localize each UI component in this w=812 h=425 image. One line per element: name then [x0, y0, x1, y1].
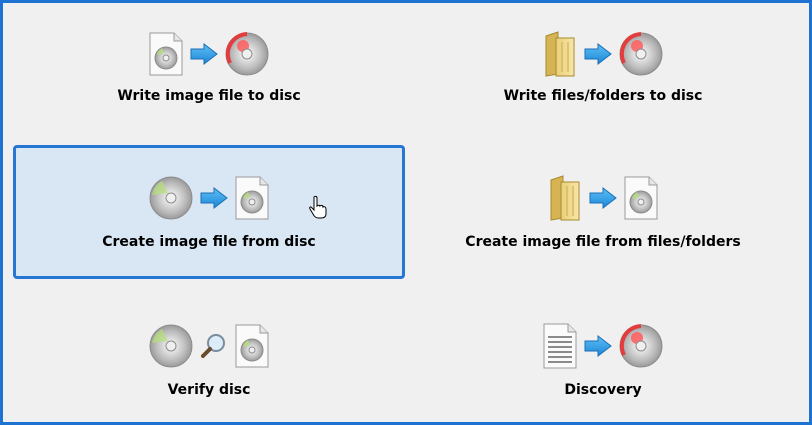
hand-cursor-icon	[308, 195, 328, 219]
tile-label: Create image file from files/folders	[465, 234, 741, 250]
folder-icon	[542, 30, 578, 82]
disc-image-file-icon	[623, 175, 659, 225]
write-image-file-to-disc-button[interactable]: Write image file to disc	[13, 11, 405, 145]
disc-image-file-icon	[148, 31, 184, 81]
burn-disc-icon	[224, 31, 270, 81]
tile-icons	[410, 322, 796, 374]
arrow-right-icon	[200, 186, 228, 213]
tile-icons	[16, 322, 402, 374]
tile-label: Discovery	[564, 382, 642, 398]
tile-icons	[410, 30, 796, 82]
write-files-folders-to-disc-button[interactable]: Write files/folders to disc	[407, 11, 799, 145]
main-window: Write image file to disc Write files/fol…	[3, 3, 809, 422]
data-file-icon	[542, 322, 578, 374]
magnifier-icon	[200, 332, 228, 364]
arrow-right-icon	[584, 42, 612, 69]
disc-image-file-icon	[234, 323, 270, 373]
folder-icon	[547, 174, 583, 226]
arrow-right-icon	[584, 334, 612, 361]
disc-icon	[148, 175, 194, 225]
create-image-file-from-disc-button[interactable]: Create image file from disc	[13, 145, 405, 279]
tile-label: Create image file from disc	[102, 234, 316, 250]
tile-label: Write image file to disc	[117, 88, 301, 104]
tile-label: Write files/folders to disc	[503, 88, 703, 104]
arrow-right-icon	[190, 42, 218, 69]
tile-icons	[410, 174, 796, 226]
burn-disc-icon	[618, 323, 664, 373]
arrow-right-icon	[589, 186, 617, 213]
disc-image-file-icon	[234, 175, 270, 225]
tile-icons	[16, 30, 402, 82]
burn-disc-icon	[618, 31, 664, 81]
tile-icons	[16, 174, 402, 226]
tile-label: Verify disc	[167, 382, 251, 398]
create-image-file-from-files-folders-button[interactable]: Create image file from files/folders	[407, 145, 799, 279]
discovery-button[interactable]: Discovery	[407, 285, 799, 419]
verify-disc-button[interactable]: Verify disc	[13, 285, 405, 419]
disc-icon	[148, 323, 194, 373]
